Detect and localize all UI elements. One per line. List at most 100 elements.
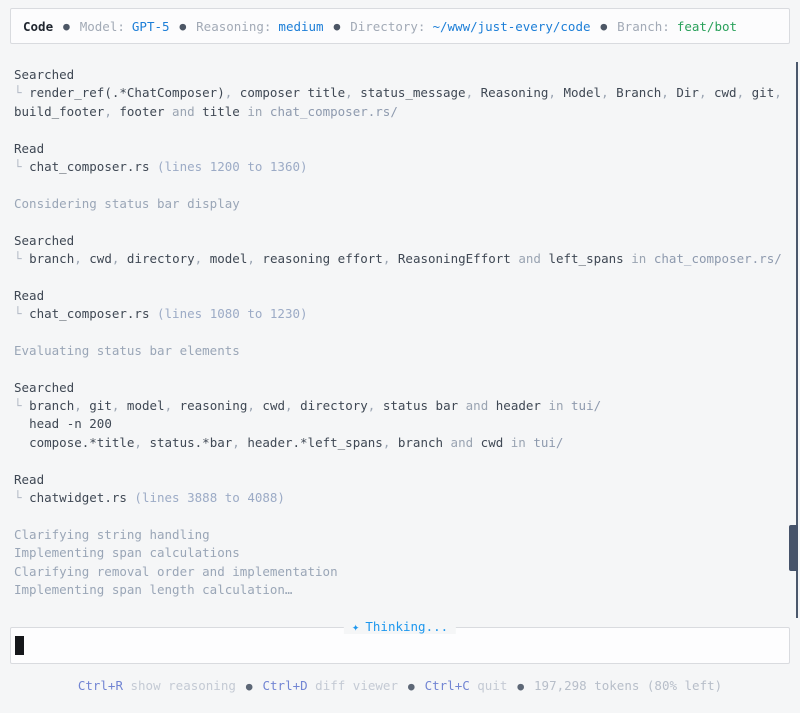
- text-segment: chat_composer.rs/: [269, 103, 398, 119]
- shortcut-keys[interactable]: Ctrl+D: [263, 678, 308, 693]
- text-segment: Searched: [14, 232, 75, 248]
- text-segment: reasoning: [179, 398, 248, 414]
- text-segment: git: [89, 398, 112, 414]
- text-segment: └: [14, 489, 30, 505]
- text-segment: branch: [29, 398, 75, 414]
- footer-shortcuts: Ctrl+R show reasoning ● Ctrl+D diff viewer…: [0, 677, 800, 696]
- text-segment: Implementing span length calculation…: [14, 581, 293, 597]
- text-segment: in: [239, 103, 270, 119]
- text-segment: and: [510, 250, 549, 266]
- text-segment: Clarifying removal order and implementat…: [14, 563, 338, 579]
- branch-value: feat/bot: [676, 18, 738, 34]
- shortcut-keys[interactable]: Ctrl+C: [425, 678, 470, 693]
- history-blank-line: [14, 121, 786, 139]
- scrollbar-thumb[interactable]: [789, 525, 798, 571]
- model-value: GPT-5: [131, 18, 170, 34]
- sparkle-icon: ✦: [351, 619, 360, 634]
- history-line: └ chat_composer.rs (lines 1200 to 1360): [14, 158, 786, 176]
- text-segment: status.*bar: [149, 434, 233, 450]
- text-segment: Implementing span calculations: [14, 545, 240, 561]
- bullet-separator: ●: [517, 680, 525, 693]
- bullet-separator: ●: [407, 680, 415, 693]
- text-segment: left_spans: [548, 250, 624, 266]
- history-blank-line: [14, 268, 786, 286]
- text-segment: cwd: [714, 85, 737, 101]
- text-segment: Clarifying string handling: [14, 526, 210, 542]
- text-segment: └: [14, 398, 30, 414]
- history-line: Read: [14, 471, 786, 489]
- history-line: Searched: [14, 379, 786, 397]
- history-blank-line: [14, 360, 786, 378]
- text-segment: directory: [126, 250, 195, 266]
- text-segment: └: [14, 158, 30, 174]
- text-segment: ,: [736, 85, 752, 101]
- history-line: Searched: [14, 232, 786, 250]
- text-segment: tui/: [571, 398, 602, 414]
- text-cursor: [15, 636, 24, 655]
- history-line: └ branch, git, model, reasoning, cwd, di…: [14, 397, 786, 415]
- app-name: Code: [23, 18, 54, 34]
- text-segment: title: [202, 103, 240, 119]
- text-segment: compose.*title: [29, 434, 135, 450]
- text-segment: ,: [134, 434, 150, 450]
- text-segment: build_footer: [14, 103, 105, 119]
- text-segment: in: [623, 250, 654, 266]
- text-segment: ,: [465, 85, 481, 101]
- text-segment: chatwidget.rs: [29, 489, 127, 505]
- text-segment: header.*left_spans: [247, 434, 383, 450]
- text-segment: ,: [661, 85, 677, 101]
- history-line: Evaluating status bar elements: [14, 342, 786, 360]
- text-segment: footer: [119, 103, 165, 119]
- history-line: Implementing span length calculation…: [14, 581, 786, 599]
- text-segment: ,: [367, 398, 383, 414]
- text-segment: Model: [563, 85, 602, 101]
- history-line: Searched: [14, 66, 786, 84]
- text-segment: chat_composer.rs: [29, 158, 150, 174]
- text-segment: in: [540, 398, 572, 414]
- text-segment: and: [443, 434, 481, 450]
- text-segment: chat_composer.rs: [29, 306, 150, 322]
- text-segment: model: [126, 398, 165, 414]
- history-blank-line: [14, 323, 786, 341]
- text-segment: reasoning effort: [262, 250, 383, 266]
- text-segment: git: [751, 85, 775, 101]
- history-line: └ chatwidget.rs (lines 3888 to 4088): [14, 489, 786, 507]
- text-segment: Read: [14, 287, 45, 303]
- text-segment: composer title: [239, 85, 346, 101]
- history-line: └ branch, cwd, directory, model, reasoni…: [14, 250, 786, 268]
- model-label: Model:: [79, 18, 125, 34]
- branch-label: Branch:: [617, 18, 670, 34]
- text-segment: (lines 1080 to 1230): [149, 306, 308, 322]
- history-line: └ render_ref(.*ChatComposer), composer t…: [14, 84, 786, 102]
- history-blank-line: [14, 507, 786, 525]
- text-segment: model: [209, 250, 248, 266]
- shortcut-keys[interactable]: Ctrl+R: [78, 678, 123, 693]
- history-line: Clarifying string handling: [14, 526, 786, 544]
- composer-input[interactable]: ✦ Thinking...: [10, 619, 790, 664]
- text-segment: (lines 1200 to 1360): [149, 158, 308, 174]
- status-bar: Code ● Model: GPT-5 ● Reasoning: medium …: [10, 8, 790, 44]
- directory-value: ~/www/just-every/code: [432, 18, 591, 34]
- reasoning-label: Reasoning:: [196, 18, 272, 34]
- history-line: compose.*title, status.*bar, header.*lef…: [14, 434, 786, 452]
- bullet-separator: ●: [179, 19, 187, 33]
- text-segment: status bar: [382, 398, 459, 414]
- history-line: Considering status bar display: [14, 195, 786, 213]
- history-line: head -n 200: [14, 415, 786, 433]
- text-segment: ,: [111, 250, 127, 266]
- text-segment: cwd: [480, 434, 504, 450]
- text-segment: ,: [111, 398, 127, 414]
- text-segment: ,: [74, 398, 90, 414]
- text-segment: ,: [224, 85, 240, 101]
- text-segment: ,: [601, 85, 617, 101]
- history-blank-line: [14, 176, 786, 194]
- text-segment: ,: [104, 103, 120, 119]
- text-segment: Read: [14, 140, 45, 156]
- text-segment: branch: [397, 434, 444, 450]
- bullet-separator: ●: [600, 19, 608, 33]
- bullet-separator: ●: [245, 680, 253, 693]
- text-segment: in: [503, 434, 534, 450]
- text-segment: (lines 3888 to 4088): [126, 489, 285, 505]
- text-segment: ,: [774, 85, 782, 101]
- text-segment: and: [458, 398, 496, 414]
